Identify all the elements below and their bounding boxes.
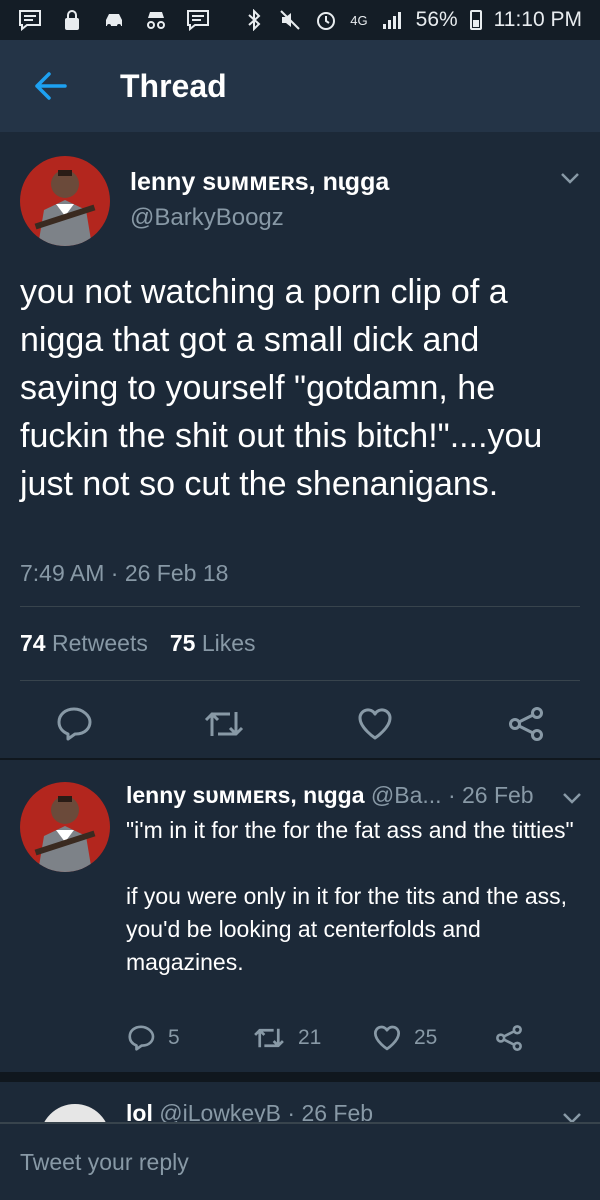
like-count: 25	[414, 1026, 438, 1049]
share-button[interactable]	[494, 1024, 524, 1052]
share-icon	[509, 707, 543, 741]
reply-header: lenny sᴜᴍᴍᴇʀs, nɩgga @Ba... · 26 Feb	[126, 782, 534, 809]
thread-separator	[0, 1072, 600, 1082]
avatar[interactable]	[20, 782, 110, 872]
divider	[20, 680, 580, 681]
reply-composer	[0, 1122, 600, 1200]
bluetooth-icon	[242, 9, 266, 31]
tweet-text: you not watching a porn clip of a nigga …	[20, 273, 543, 503]
reply-count: 5	[168, 1026, 180, 1049]
like-button[interactable]	[356, 706, 394, 742]
reply-header: lol @iLowkeyB · 26 Feb	[126, 1100, 373, 1122]
retweet-count: 21	[298, 1026, 322, 1049]
retweet-icon	[204, 712, 244, 736]
retweets-stat[interactable]: 74 Retweets	[20, 630, 148, 657]
lock-icon	[60, 9, 84, 31]
main-tweet: lenny sᴜᴍᴍᴇʀs, nɩgga @BarkyBoogz you not…	[0, 132, 600, 760]
share-icon	[496, 1025, 522, 1051]
handle-date: @iLowkeyB · 26 Feb	[159, 1100, 374, 1122]
retweet-button[interactable]: 21	[252, 1024, 321, 1052]
tweet-menu-button[interactable]	[558, 166, 582, 190]
signal-icon	[380, 9, 404, 31]
tweet-menu-button[interactable]	[560, 786, 584, 810]
app-header: Thread	[0, 40, 600, 132]
page-title: Thread	[120, 67, 227, 104]
tweet-stats: 74 Retweets 75 Likes	[20, 630, 256, 657]
retweet-icon	[254, 1028, 284, 1048]
message-icon-2	[186, 9, 210, 31]
reply-button[interactable]: 5	[126, 1024, 180, 1052]
network-type: 4G	[350, 12, 368, 28]
author-handle[interactable]: @BarkyBoogz	[130, 204, 284, 232]
back-arrow-icon	[35, 72, 67, 100]
tweet-menu-button[interactable]	[560, 1106, 584, 1122]
reply-icon	[57, 707, 92, 741]
tweet-text: "i'm in it for the for the fat ass and t…	[126, 817, 574, 975]
avatar[interactable]	[20, 156, 110, 246]
retweets-count: 74	[20, 630, 46, 656]
alarm-icon	[314, 9, 338, 31]
author-name[interactable]: lol	[126, 1100, 153, 1122]
status-bar: 4G 56% 11:10 PM	[0, 0, 600, 40]
author-name[interactable]: lenny sᴜᴍᴍᴇʀs, nɩgga	[130, 168, 389, 197]
reply-tweet[interactable]: lenny sᴜᴍᴍᴇʀs, nɩgga @Ba... · 26 Feb "i'…	[0, 762, 600, 1072]
avatar[interactable]	[40, 1104, 110, 1122]
back-button[interactable]	[20, 56, 80, 116]
reply-input[interactable]	[20, 1148, 580, 1176]
share-button[interactable]	[506, 706, 546, 742]
message-icon	[18, 9, 42, 31]
battery-icon	[469, 10, 482, 30]
like-button[interactable]: 25	[372, 1024, 437, 1052]
battery-percent: 56%	[415, 8, 458, 31]
clock: 11:10 PM	[493, 8, 582, 31]
retweets-label: Retweets	[51, 630, 148, 656]
reply-button[interactable]	[54, 706, 94, 742]
chevron-down-icon	[561, 173, 579, 184]
divider	[20, 606, 580, 607]
likes-stat[interactable]: 75 Likes	[170, 630, 256, 657]
heart-icon	[358, 708, 392, 740]
chevron-down-icon	[563, 1113, 581, 1122]
mute-icon	[278, 9, 302, 31]
chevron-down-icon	[563, 793, 581, 804]
next-tweet[interactable]: lol @iLowkeyB · 26 Feb	[0, 1082, 600, 1122]
likes-label: Likes	[201, 630, 256, 656]
car-icon	[102, 9, 126, 31]
incognito-icon	[144, 9, 168, 31]
reply-icon	[128, 1025, 155, 1051]
retweet-button[interactable]	[202, 706, 246, 742]
likes-count: 75	[169, 630, 196, 656]
handle-date: @Ba... · 26 Feb	[370, 782, 534, 808]
tweet-timestamp[interactable]: 7:49 AM · 26 Feb 18	[20, 560, 228, 587]
author-name[interactable]: lenny sᴜᴍᴍᴇʀs, nɩgga	[126, 782, 365, 808]
heart-icon	[373, 1025, 401, 1051]
